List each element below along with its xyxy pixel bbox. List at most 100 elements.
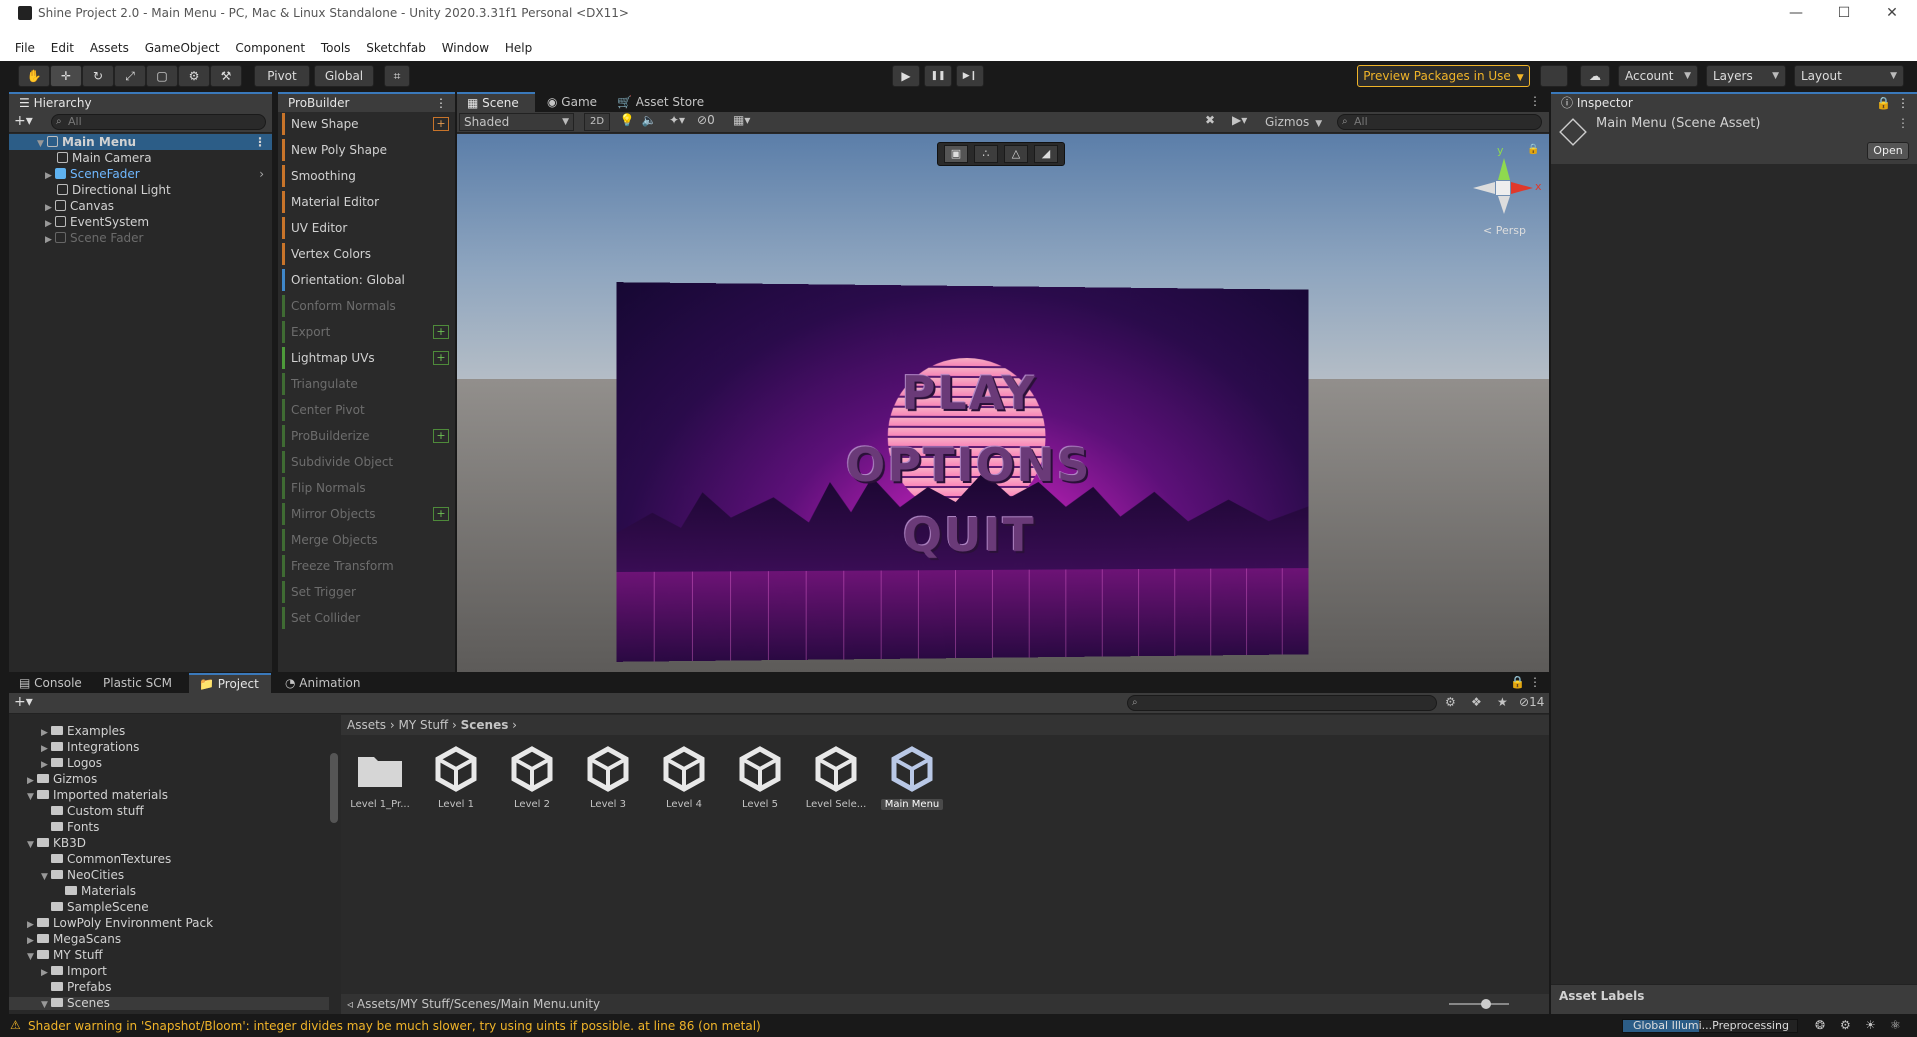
project-folder-row[interactable]: ▼ NeoCities xyxy=(41,869,124,884)
gizmo-center[interactable] xyxy=(1496,181,1510,195)
lighting-icon[interactable]: 💡 xyxy=(617,113,637,131)
project-folder-row[interactable]: ▶ MegaScans xyxy=(27,933,121,948)
add-icon[interactable]: +▾ xyxy=(14,113,33,129)
tab-probuilder[interactable]: ProBuilder ⋮ xyxy=(278,92,455,112)
chevron-down-icon[interactable]: ▼ xyxy=(41,871,51,884)
probuilder-action[interactable]: Vertex Colors xyxy=(282,243,420,265)
plus-icon[interactable]: + xyxy=(433,351,449,365)
chevron-right-icon[interactable]: › xyxy=(259,166,264,182)
more-icon[interactable]: ⋮ xyxy=(1529,675,1541,689)
menu-component[interactable]: Component xyxy=(229,36,311,61)
menu-tools[interactable]: Tools xyxy=(315,36,357,61)
hierarchy-item-scene-fader[interactable]: ▶ Scene Fader xyxy=(9,230,272,246)
tab-scene[interactable]: ▦ Scene xyxy=(457,92,535,112)
tab-inspector[interactable]: ⓘ Inspector 🔒 ⋮ xyxy=(1551,92,1917,112)
probuilder-action[interactable]: Export xyxy=(282,321,420,343)
project-folder-row[interactable]: SampleScene xyxy=(41,901,149,914)
close-button[interactable]: ✕ xyxy=(1869,0,1915,26)
grid-snap-icon[interactable]: ⌗ xyxy=(384,65,410,87)
face-mode-icon[interactable]: ◢ xyxy=(1034,145,1058,163)
minimize-button[interactable]: — xyxy=(1773,0,1819,26)
create-icon[interactable]: +▾ xyxy=(14,694,33,710)
favorite-icon[interactable]: ★ xyxy=(1497,695,1508,709)
scale-tool-icon[interactable]: ⤢ xyxy=(114,65,146,87)
probuilder-action[interactable]: Orientation: Global xyxy=(282,269,420,291)
more-icon[interactable]: ⋮ xyxy=(1897,116,1909,130)
asset-scene[interactable]: Main Menu xyxy=(881,745,943,810)
project-search-input[interactable] xyxy=(1127,695,1437,711)
plus-icon[interactable]: + xyxy=(433,117,449,131)
pivot-toggle[interactable]: Pivot xyxy=(254,65,310,87)
project-folder-row[interactable]: ▼ Imported materials xyxy=(27,789,168,804)
transform-tool-icon[interactable]: ⚙ xyxy=(178,65,210,87)
hierarchy-search-input[interactable]: All xyxy=(51,114,266,130)
menu-file[interactable]: File xyxy=(9,36,41,61)
chevron-down-icon[interactable]: ▼ xyxy=(41,999,51,1012)
probuilder-action[interactable]: New Poly Shape xyxy=(282,139,420,161)
collab-button[interactable] xyxy=(1540,65,1568,87)
asset-scene[interactable]: Level Sele... xyxy=(805,745,867,810)
probuilder-action[interactable]: Conform Normals xyxy=(282,295,420,317)
hierarchy-item-main-camera[interactable]: Main Camera xyxy=(9,150,272,166)
bake-icon[interactable]: ☀ xyxy=(1865,1018,1876,1032)
menu-help[interactable]: Help xyxy=(499,36,538,61)
layout-dropdown[interactable]: Layout ▼ xyxy=(1794,65,1904,87)
asset-scene[interactable]: Level 3 xyxy=(577,745,639,810)
project-folder-row[interactable]: ▼ Scenes xyxy=(9,997,329,1010)
project-folder-row[interactable]: Custom stuff xyxy=(41,805,144,818)
tab-animation[interactable]: ◔ Animation xyxy=(275,673,370,693)
debug-icon[interactable]: ❂ xyxy=(1815,1018,1825,1032)
hidden-packages-toggle[interactable]: ⊘14 xyxy=(1519,695,1544,709)
more-icon[interactable]: ⋮ xyxy=(435,94,447,112)
menu-assets[interactable]: Assets xyxy=(84,36,135,61)
zoom-slider[interactable] xyxy=(1449,999,1509,1009)
move-tool-icon[interactable]: ✛ xyxy=(50,65,82,87)
tab-asset-store[interactable]: 🛒 Asset Store xyxy=(607,92,714,112)
auto-generate-icon[interactable]: ⚙ xyxy=(1840,1018,1851,1032)
chevron-down-icon[interactable]: ▼ xyxy=(27,951,37,964)
probuilder-action[interactable]: New Shape xyxy=(282,113,420,135)
tab-plastic-scm[interactable]: Plastic SCM xyxy=(93,673,182,693)
tab-hierarchy[interactable]: ☰ Hierarchy xyxy=(9,92,272,112)
probuilder-action[interactable]: Material Editor xyxy=(282,191,420,213)
scene-root-row[interactable]: ▼ Main Menu ⋮ xyxy=(9,134,272,150)
gizmos-dropdown[interactable]: Gizmos ▼ xyxy=(1265,113,1323,131)
grid-icon[interactable]: ▦▾ xyxy=(733,113,773,131)
project-folder-row[interactable]: ▶ Logos xyxy=(41,757,102,771)
breadcrumb-assets[interactable]: Assets xyxy=(347,718,386,732)
asset-scene[interactable]: Level 5 xyxy=(729,745,791,810)
global-toggle[interactable]: Global xyxy=(314,65,374,87)
hierarchy-item-eventsystem[interactable]: ▶ EventSystem xyxy=(9,214,272,230)
project-folder-row[interactable]: ▼ KB3D xyxy=(27,837,86,851)
hierarchy-item-directional-light[interactable]: Directional Light xyxy=(9,182,272,198)
project-folder-row[interactable]: CommonTextures xyxy=(41,853,171,866)
probuilder-action[interactable]: Triangulate xyxy=(282,373,420,395)
tab-game[interactable]: ◉ Game xyxy=(537,92,607,112)
project-folder-row[interactable]: ▶ Integrations xyxy=(41,741,139,756)
chevron-down-icon[interactable]: ▼ xyxy=(27,791,37,804)
project-folder-row[interactable]: Prefabs xyxy=(41,981,112,994)
asset-scene[interactable]: Level 4 xyxy=(653,745,715,810)
rotate-tool-icon[interactable]: ↻ xyxy=(82,65,114,87)
tab-console[interactable]: ▤ Console xyxy=(9,673,92,693)
probuilder-action[interactable]: ProBuilderize xyxy=(282,425,420,447)
camera-icon[interactable]: ▶▾ xyxy=(1232,113,1260,131)
asset-labels-section[interactable]: Asset Labels xyxy=(1551,984,1917,1014)
probuilder-action[interactable]: Smoothing xyxy=(282,165,420,187)
chevron-right-icon[interactable]: ▶ xyxy=(41,727,51,740)
chevron-right-icon[interactable]: ▶ xyxy=(27,935,37,948)
more-icon[interactable]: ⋮ xyxy=(1897,94,1909,112)
breadcrumb-scenes[interactable]: Scenes xyxy=(461,718,509,732)
custom-tool-icon[interactable]: ⚒ xyxy=(210,65,242,87)
lock-icon[interactable]: 🔒 xyxy=(1527,144,1539,155)
probuilder-action[interactable]: UV Editor xyxy=(282,217,420,239)
vertex-mode-icon[interactable]: ∴ xyxy=(974,145,998,163)
gizmo-neg-x-axis[interactable] xyxy=(1473,182,1495,194)
audio-icon[interactable]: 🔈 xyxy=(639,113,659,131)
gizmo-x-axis[interactable] xyxy=(1511,182,1533,194)
hierarchy-item-scenefader[interactable]: ▶ SceneFader › xyxy=(9,166,272,182)
chevron-right-icon[interactable]: ▶ xyxy=(41,743,51,756)
menu-gameobject[interactable]: GameObject xyxy=(139,36,226,61)
project-folder-row[interactable]: ▶ LowPoly Environment Pack xyxy=(27,917,213,931)
hierarchy-item-canvas[interactable]: ▶ Canvas xyxy=(9,198,272,214)
